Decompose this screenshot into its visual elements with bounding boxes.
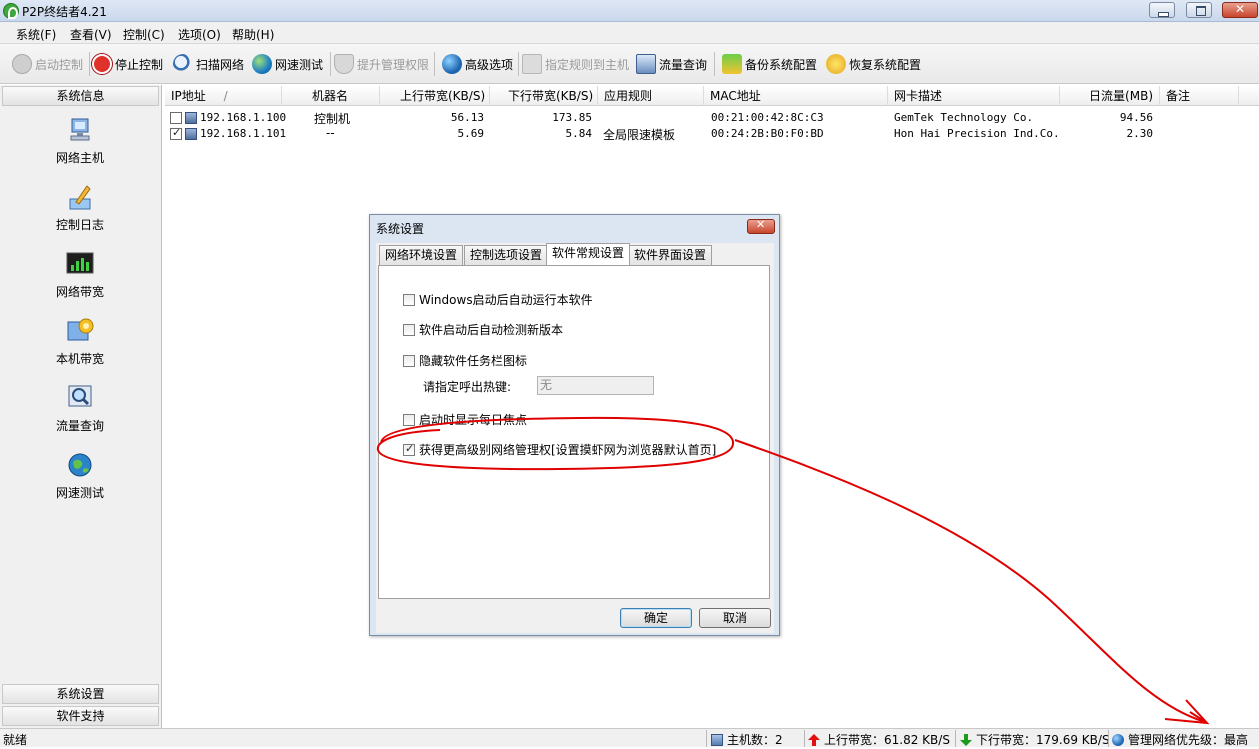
dialog-close-button[interactable] (747, 218, 775, 234)
dialog-title: 系统设置 (376, 222, 425, 236)
row-checkbox[interactable] (170, 112, 182, 124)
assign-rule-button[interactable]: 指定规则到主机 (522, 52, 629, 76)
title-bar: P2P终结者4.21 (0, 0, 1259, 22)
status-upload: 上行带宽：61.82 KB/S (808, 731, 950, 748)
status-host-count: 主机数：2 (711, 731, 783, 748)
backup-arrow-icon (722, 54, 742, 74)
tab-control-options[interactable]: 控制选项设置 (464, 245, 549, 265)
checkbox[interactable] (403, 354, 415, 367)
status-download: 下行带宽：179.69 KB/S (960, 731, 1110, 748)
menu-control[interactable]: 控制(C) (123, 26, 165, 43)
hotkey-input[interactable]: 无 (537, 376, 654, 395)
computer-icon (65, 115, 95, 145)
column-machine-name[interactable]: 机器名 (282, 86, 380, 106)
sidebar-item-speed-test[interactable]: 网速测试 (40, 450, 120, 501)
elevate-permission-button[interactable]: 提升管理权限 (334, 52, 429, 76)
hotkey-label: 请指定呼出热键: (423, 380, 512, 394)
ok-button[interactable]: 确定 (620, 608, 692, 628)
computer-icon (711, 733, 723, 746)
dialog-body: 网络环境设置 控制选项设置 软件常规设置 软件界面设置 Windows启动后自动… (376, 243, 774, 633)
option-higher-privilege[interactable]: 获得更高级别网络管理权[设置摸虾网为浏览器默认首页] (403, 441, 716, 458)
start-control-icon (12, 54, 32, 74)
restore-config-button[interactable]: 恢复系统配置 (826, 52, 921, 76)
column-ip[interactable]: IP地址 / (165, 86, 282, 106)
option-hide-tray-icon[interactable]: 隐藏软件任务栏图标 (403, 352, 527, 369)
checkbox[interactable] (403, 323, 415, 336)
bandwidth-chart-icon (65, 249, 95, 279)
column-rule[interactable]: 应用规则 (598, 86, 704, 106)
stop-icon (92, 54, 112, 74)
tab-network-environment[interactable]: 网络环境设置 (379, 245, 464, 265)
menu-system[interactable]: 系统(F) (16, 26, 56, 43)
checkbox[interactable] (403, 413, 415, 426)
sidebar-item-local-bandwidth[interactable]: 本机带宽 (40, 316, 120, 367)
settings-window-icon (65, 316, 95, 346)
option-autostart[interactable]: Windows启动后自动运行本软件 (403, 291, 593, 308)
column-daily-traffic[interactable]: 日流量(MB) (1060, 86, 1160, 106)
maximize-button[interactable] (1186, 2, 1212, 18)
shield-icon (334, 54, 354, 74)
sidebar-item-traffic-query[interactable]: 流量查询 (40, 383, 120, 434)
status-bar: 就绪 主机数：2 上行带宽：61.82 KB/S 下行带宽：179.69 KB/… (0, 728, 1259, 747)
toolbar: 启动控制 停止控制 扫描网络 网速测试 提升管理权限 高级选项 指定规则到主机 … (0, 44, 1259, 84)
globe-icon (252, 54, 272, 74)
cancel-button[interactable]: 取消 (699, 608, 771, 628)
traffic-query-button[interactable]: 流量查询 (636, 52, 707, 76)
globe-gear-icon (442, 54, 462, 74)
app-logo-icon (3, 3, 19, 19)
sidebar-footer-software-support[interactable]: 软件支持 (2, 706, 159, 726)
magnifier-icon (173, 54, 193, 74)
checkbox[interactable] (403, 293, 415, 306)
status-ready: 就绪 (3, 733, 28, 747)
tab-general-settings[interactable]: 软件常规设置 (546, 243, 631, 265)
close-button[interactable] (1222, 2, 1258, 18)
checkbox[interactable] (403, 442, 415, 456)
tab-interface-settings[interactable]: 软件界面设置 (628, 245, 713, 265)
traffic-monitor-icon (636, 54, 656, 74)
status-priority: 管理网络优先级：最高 (1112, 731, 1248, 748)
restore-icon (826, 54, 846, 74)
minimize-button[interactable] (1149, 2, 1175, 18)
globe-icon (65, 450, 95, 480)
menu-bar: 系统(F) 查看(V) 控制(C) 选项(O) 帮助(H) (0, 22, 1259, 44)
sort-indicator: / (223, 89, 228, 103)
column-mac[interactable]: MAC地址 (704, 86, 888, 106)
table-row[interactable]: 192.168.1.101 -- 5.69 5.84 全局限速模板 00:24:… (165, 126, 1259, 142)
sidebar-item-network-hosts[interactable]: 网络主机 (40, 115, 120, 166)
rule-icon (522, 54, 542, 74)
computer-icon (185, 112, 197, 124)
sidebar: 系统信息 网络主机 控制日志 网络带宽 本机带宽 流量查询 网速测试 系统设置 … (0, 85, 162, 728)
table-header: IP地址 / 机器名 上行带宽(KB/S) 下行带宽(KB/S) 应用规则 MA… (165, 86, 1259, 106)
arrow-down-icon (960, 733, 972, 746)
speed-test-button[interactable]: 网速测试 (252, 52, 323, 76)
row-checkbox[interactable] (170, 126, 182, 140)
menu-help[interactable]: 帮助(H) (232, 26, 274, 43)
column-upload[interactable]: 上行带宽(KB/S) (380, 86, 490, 106)
start-control-button[interactable]: 启动控制 (12, 52, 83, 76)
advanced-options-button[interactable]: 高级选项 (442, 52, 513, 76)
window-title: P2P终结者4.21 (22, 5, 107, 19)
backup-config-button[interactable]: 备份系统配置 (722, 52, 817, 76)
option-check-update[interactable]: 软件启动后自动检测新版本 (403, 321, 563, 338)
column-nic[interactable]: 网卡描述 (888, 86, 1060, 106)
column-note[interactable]: 备注 (1160, 86, 1239, 106)
arrow-up-icon (808, 733, 820, 746)
stop-control-button[interactable]: 停止控制 (92, 52, 163, 76)
menu-options[interactable]: 选项(O) (178, 26, 221, 43)
log-pen-icon (65, 182, 95, 212)
sidebar-item-control-log[interactable]: 控制日志 (40, 182, 120, 233)
sidebar-item-network-bandwidth[interactable]: 网络带宽 (40, 249, 120, 300)
sidebar-header-system-info[interactable]: 系统信息 (2, 86, 159, 106)
table-row[interactable]: 192.168.1.100 控制机 56.13 173.85 00:21:00:… (165, 110, 1259, 126)
option-daily-focus[interactable]: 启动时显示每日焦点 (403, 411, 527, 428)
menu-view[interactable]: 查看(V) (70, 26, 112, 43)
magnifier-monitor-icon (65, 383, 95, 413)
globe-icon (1112, 733, 1124, 746)
sidebar-footer-system-settings[interactable]: 系统设置 (2, 684, 159, 704)
scan-network-button[interactable]: 扫描网络 (173, 52, 244, 76)
tab-panel: Windows启动后自动运行本软件 软件启动后自动检测新版本 隐藏软件任务栏图标… (378, 265, 770, 599)
settings-dialog: 系统设置 网络环境设置 控制选项设置 软件常规设置 软件界面设置 Windows… (369, 214, 780, 636)
column-download[interactable]: 下行带宽(KB/S) (490, 86, 598, 106)
computer-icon (185, 128, 197, 140)
